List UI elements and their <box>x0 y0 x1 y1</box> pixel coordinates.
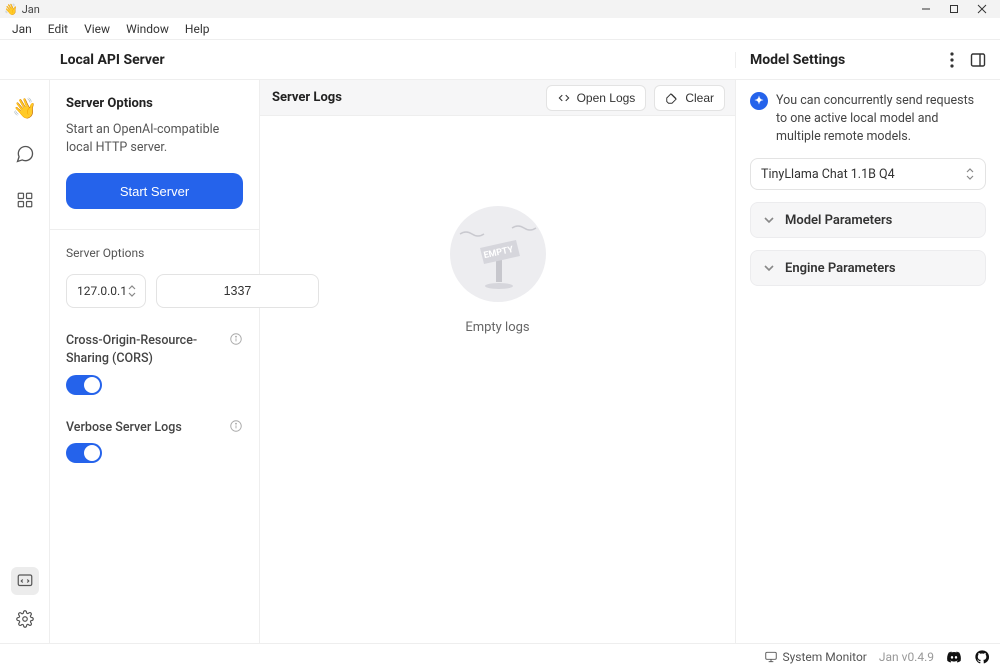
menu-edit[interactable]: Edit <box>40 19 76 39</box>
open-logs-label: Open Logs <box>577 91 636 105</box>
menubar: Jan Edit View Window Help <box>0 18 1000 40</box>
rail-grid-icon[interactable] <box>11 186 39 214</box>
rail-home-icon[interactable]: 👋 <box>11 94 39 122</box>
window-title: Jan <box>22 3 40 16</box>
accordion-model-parameters[interactable]: Model Parameters <box>750 202 986 238</box>
verbose-label: Verbose Server Logs <box>66 419 182 437</box>
info-banner-text: You can concurrently send requests to on… <box>776 92 986 146</box>
menu-view[interactable]: View <box>76 19 118 39</box>
version-label: Jan v0.4.9 <box>879 650 934 664</box>
more-icon[interactable] <box>950 52 954 68</box>
verbose-toggle[interactable] <box>66 443 102 463</box>
accordion-engine-parameters[interactable]: Engine Parameters <box>750 250 986 286</box>
cors-toggle[interactable] <box>66 375 102 395</box>
model-value: TinyLlama Chat 1.1B Q4 <box>761 167 895 182</box>
chevron-down-icon <box>763 214 775 226</box>
right-panel-title: Model Settings <box>750 52 845 68</box>
cors-label: Cross-Origin-Resource-Sharing (CORS) <box>66 332 223 368</box>
system-monitor-label: System Monitor <box>783 650 867 664</box>
center-column: Server Logs Open Logs Clear <box>260 80 735 643</box>
accordion-label: Model Parameters <box>785 213 892 228</box>
start-server-button[interactable]: Start Server <box>66 173 243 209</box>
maximize-button[interactable] <box>940 0 968 18</box>
ip-value: 127.0.0.1 <box>77 284 127 298</box>
open-logs-button[interactable]: Open Logs <box>546 85 647 111</box>
right-panel: ✦ You can concurrently send requests to … <box>735 80 1000 643</box>
discord-icon[interactable] <box>946 649 962 665</box>
accordion-label: Engine Parameters <box>785 261 896 276</box>
clear-label: Clear <box>685 91 714 105</box>
divider <box>50 229 259 230</box>
server-options-title: Server Options <box>66 96 243 111</box>
info-bubble-icon: ✦ <box>750 92 768 110</box>
model-select[interactable]: TinyLlama Chat 1.1B Q4 <box>750 158 986 190</box>
server-logs-title: Server Logs <box>272 90 342 105</box>
server-options-sub: Start an OpenAI-compatible local HTTP se… <box>66 121 243 157</box>
page-title: Local API Server <box>60 52 165 68</box>
menu-help[interactable]: Help <box>177 19 218 39</box>
rail-api-icon[interactable] <box>11 567 39 595</box>
menu-window[interactable]: Window <box>118 19 177 39</box>
collapse-panel-icon[interactable] <box>970 52 986 68</box>
info-icon[interactable] <box>229 419 243 433</box>
rail-chat-icon[interactable] <box>11 140 39 168</box>
clear-logs-button[interactable]: Clear <box>654 85 725 111</box>
empty-illustration: EMPTY <box>450 206 546 302</box>
header-row: Local API Server Model Settings <box>0 40 1000 80</box>
updown-icon <box>127 284 137 298</box>
statusbar: System Monitor Jan v0.4.9 <box>0 643 1000 669</box>
system-monitor-button[interactable]: System Monitor <box>764 650 867 664</box>
left-panel: Server Options Start an OpenAI-compatibl… <box>50 80 260 643</box>
rail-settings-icon[interactable] <box>11 605 39 633</box>
info-icon[interactable] <box>229 332 243 346</box>
github-icon[interactable] <box>974 649 990 665</box>
clear-icon <box>665 91 679 105</box>
code-icon <box>557 91 571 105</box>
ip-select[interactable]: 127.0.0.1 <box>66 274 146 308</box>
close-button[interactable] <box>968 0 996 18</box>
titlebar: 👋 Jan <box>0 0 1000 18</box>
app-icon: 👋 <box>4 3 18 16</box>
updown-icon <box>965 167 975 181</box>
server-options-label: Server Options <box>66 246 243 260</box>
sidebar-rail: 👋 <box>0 80 50 643</box>
menu-jan[interactable]: Jan <box>4 19 40 39</box>
minimize-button[interactable] <box>912 0 940 18</box>
empty-logs-label: Empty logs <box>465 320 529 335</box>
chevron-down-icon <box>763 262 775 274</box>
